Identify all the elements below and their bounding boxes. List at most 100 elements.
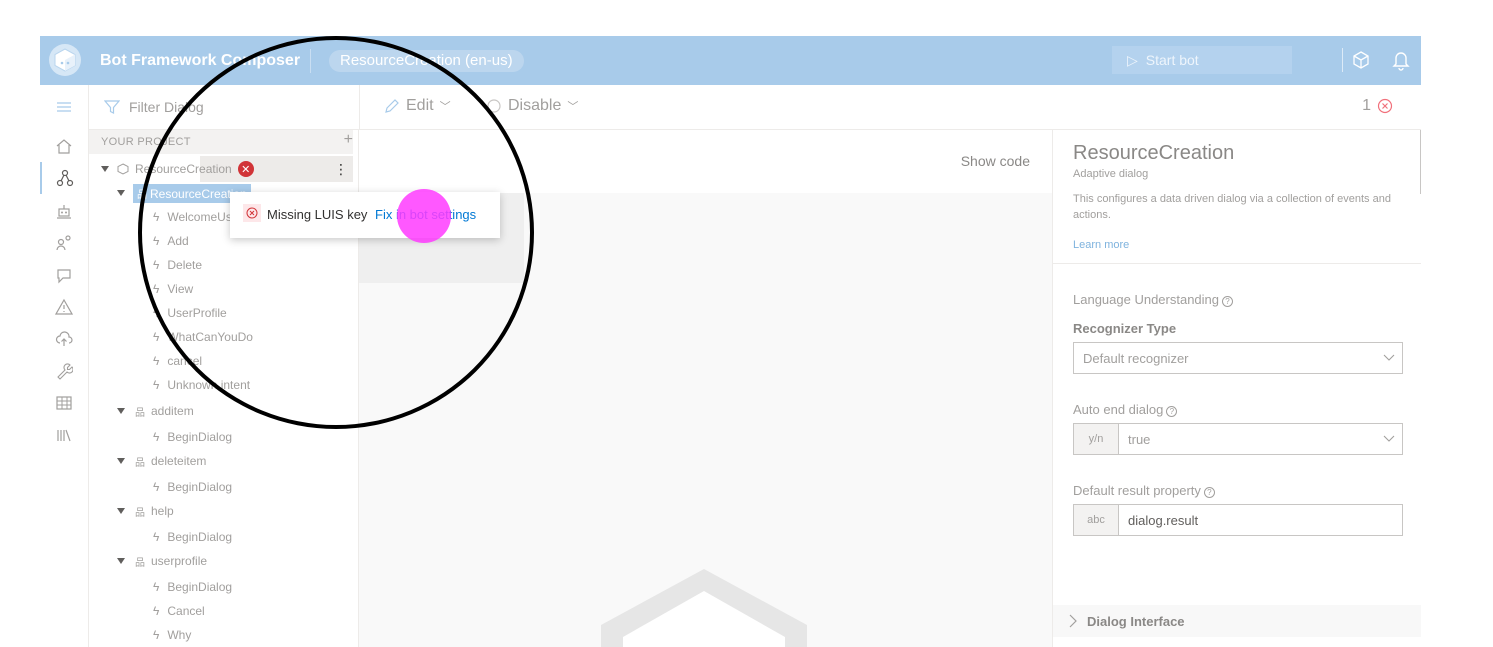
- trigger-bolt-icon: ϟ: [153, 430, 160, 444]
- nav-library[interactable]: [40, 419, 88, 451]
- nav-home[interactable]: [40, 130, 88, 162]
- dialog-icon: 品: [135, 457, 145, 469]
- project-tree-header: YOUR PROJECT +: [89, 130, 353, 154]
- error-count-button[interactable]: 1: [1362, 97, 1393, 115]
- nav-diagnostics[interactable]: [40, 291, 88, 323]
- filter-dialog-input[interactable]: Filter Dialog: [129, 99, 204, 115]
- tree-trigger-label: cancel: [167, 354, 203, 368]
- user-input-icon: [56, 235, 71, 251]
- trigger-bolt-icon: ϟ: [153, 258, 160, 272]
- home-icon: [56, 139, 72, 154]
- hamburger-icon: [57, 102, 71, 112]
- left-nav-rail: [40, 85, 89, 647]
- chevron-down-icon: [1383, 435, 1395, 442]
- tree-trigger-row[interactable]: ϟ WhatCanYouDo: [153, 325, 253, 349]
- hamburger-menu-button[interactable]: [40, 91, 88, 123]
- start-bot-label: Start bot: [1145, 52, 1199, 68]
- tree-trigger-row[interactable]: ϟ BeginDialog: [153, 425, 232, 449]
- more-options-icon[interactable]: ⋮: [334, 161, 348, 178]
- tree-root-row[interactable]: ResourceCreation ✕: [101, 157, 254, 181]
- header-divider-2: [1342, 48, 1343, 72]
- nav-design[interactable]: [40, 162, 88, 194]
- nav-user-input[interactable]: [40, 227, 88, 259]
- tree-dialog-row[interactable]: 品 deleteitem: [117, 449, 206, 473]
- tree-dialog-row[interactable]: 品 additem: [117, 399, 194, 423]
- disable-label: Disable: [508, 97, 562, 114]
- show-code-link[interactable]: Show code: [961, 153, 1030, 169]
- dialog-icon: 品: [137, 189, 147, 201]
- play-icon: ▷: [1127, 52, 1138, 68]
- error-count: 1: [1362, 97, 1371, 114]
- nav-qna[interactable]: [40, 259, 88, 291]
- help-icon[interactable]: ?: [1222, 296, 1234, 307]
- dialog-description: This configures a data driven dialog via…: [1073, 193, 1391, 221]
- cloud-upload-icon: [55, 331, 73, 346]
- tree-dialog-row[interactable]: 品 help: [117, 499, 174, 523]
- tree-trigger-row[interactable]: ϟ View: [153, 277, 193, 301]
- project-tree-title: YOUR PROJECT: [101, 136, 191, 148]
- default-result-property-label: Default result property?: [1073, 483, 1215, 498]
- tree-trigger-row[interactable]: ϟ Delete: [153, 253, 202, 277]
- trigger-bolt-icon: ϟ: [153, 628, 160, 642]
- caret-down-icon: [117, 458, 125, 464]
- filter-dialog-box[interactable]: Filter Dialog: [89, 85, 360, 130]
- nav-publish[interactable]: [40, 323, 88, 355]
- nav-table[interactable]: [40, 387, 88, 419]
- help-icon[interactable]: ?: [1166, 406, 1178, 417]
- trigger-bolt-icon: ϟ: [153, 282, 160, 296]
- tree-trigger-row[interactable]: ϟ Unknown intent: [153, 373, 250, 397]
- tree-trigger-row[interactable]: ϟ Cancel: [153, 599, 205, 623]
- edit-menu-button[interactable]: Edit ﹀: [384, 97, 451, 115]
- tree-root-label: ResourceCreation: [135, 162, 232, 176]
- header-divider: [310, 49, 311, 73]
- panel-scrollbar[interactable]: [1420, 130, 1421, 194]
- tree-trigger-row[interactable]: ϟ BeginDialog: [153, 575, 232, 599]
- recognizer-value: Default recognizer: [1083, 351, 1189, 366]
- tree-trigger-row[interactable]: ϟ BeginDialog: [153, 525, 232, 549]
- tree-trigger-row[interactable]: ϟ Add: [153, 229, 189, 253]
- error-badge-icon[interactable]: ✕: [237, 161, 254, 177]
- tree-trigger-row[interactable]: ϟ Why: [153, 623, 191, 647]
- fix-in-bot-settings-link[interactable]: Fix in bot settings: [375, 207, 476, 222]
- tree-trigger-label: Add: [167, 234, 189, 248]
- disable-menu-button[interactable]: Disable ﹀: [486, 97, 578, 115]
- dialog-interface-label: Dialog Interface: [1087, 614, 1185, 629]
- caret-down-icon: [117, 508, 125, 514]
- tree-trigger-label: Unknown intent: [167, 378, 251, 392]
- tree-dialog-row[interactable]: 品 userprofile: [117, 549, 207, 573]
- tree-trigger-label: UserProfile: [167, 306, 227, 320]
- properties-panel: ResourceCreation Adaptive dialog This co…: [1052, 130, 1421, 647]
- help-icon[interactable]: ?: [1203, 487, 1215, 498]
- auto-end-dialog-dropdown[interactable]: y/n true: [1073, 423, 1403, 455]
- chevron-down-icon: [1383, 354, 1395, 361]
- type-prefix-yn: y/n: [1074, 424, 1119, 454]
- nav-settings[interactable]: [40, 355, 88, 387]
- table-icon: [56, 396, 72, 410]
- notification-bell-icon[interactable]: [1390, 48, 1412, 72]
- bot-cube-icon: [117, 163, 129, 175]
- learn-more-link[interactable]: Learn more: [1073, 239, 1129, 251]
- dialog-interface-section[interactable]: Dialog Interface: [1053, 605, 1421, 637]
- tree-trigger-label: Cancel: [167, 604, 205, 618]
- trigger-bolt-icon: ϟ: [153, 378, 160, 392]
- tree-dialog-label: deleteitem: [151, 454, 207, 468]
- chevron-down-icon: ﹀: [567, 101, 579, 113]
- recognizer-type-dropdown[interactable]: Default recognizer: [1073, 342, 1403, 374]
- tree-trigger-row[interactable]: ϟ UserProfile: [153, 301, 227, 325]
- tree-trigger-row[interactable]: ϟ BeginDialog: [153, 475, 232, 499]
- nav-bot-responses[interactable]: [40, 195, 88, 227]
- project-locale-pill[interactable]: ResourceCreation (en-us): [329, 50, 524, 72]
- start-bot-button[interactable]: ▷ Start bot: [1112, 46, 1292, 74]
- tree-dialog-label: additem: [151, 404, 194, 418]
- trigger-bolt-icon: ϟ: [153, 306, 160, 320]
- auto-end-label-text: Auto end dialog: [1073, 402, 1164, 417]
- bot-package-icon[interactable]: [1350, 48, 1372, 72]
- default-result-property-input[interactable]: abc dialog.result: [1073, 504, 1403, 536]
- empty-canvas-cube-icon: [601, 569, 807, 647]
- edit-label: Edit: [406, 97, 434, 114]
- add-dialog-plus-icon[interactable]: +: [344, 131, 353, 149]
- library-icon: [57, 429, 71, 442]
- trigger-bolt-icon: ϟ: [153, 210, 160, 224]
- tree-trigger-row[interactable]: ϟ cancel: [153, 349, 202, 373]
- bot-responses-icon: [57, 205, 71, 219]
